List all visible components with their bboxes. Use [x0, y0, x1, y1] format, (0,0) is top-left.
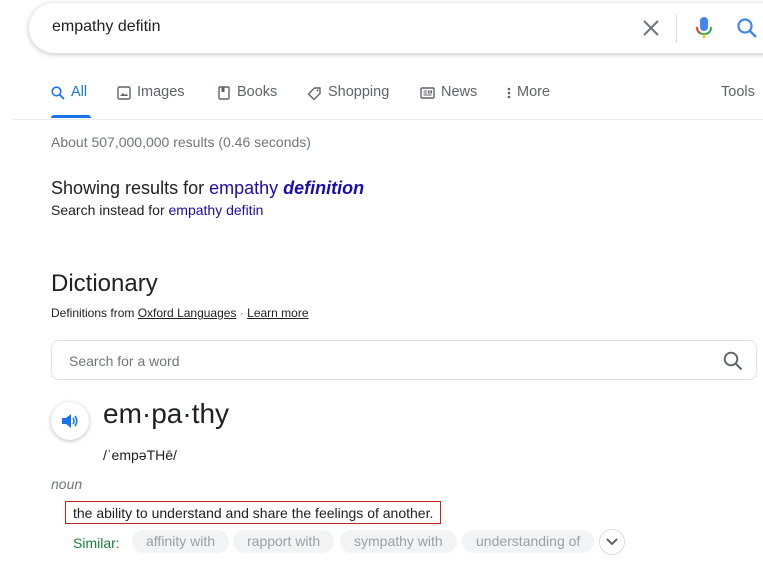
dictionary-source: Definitions from Oxford Languages · Lear… — [51, 306, 309, 320]
image-icon — [117, 86, 131, 100]
search-box-divider — [676, 15, 677, 43]
search-results-page: empathy defitin All Images Books Shoppin… — [0, 0, 763, 576]
spelling-correction: Showing results for empathy definition — [51, 178, 364, 199]
definition-text: the ability to understand and share the … — [65, 501, 442, 524]
part-of-speech: noun — [51, 476, 83, 492]
corrected-query-word: empathy — [209, 178, 279, 198]
tools-label: Tools — [721, 84, 755, 100]
pronunciation-button[interactable] — [51, 402, 89, 440]
similar-chip[interactable]: rapport with — [233, 530, 335, 553]
tab-label: All — [71, 84, 88, 100]
corrected-query-link[interactable]: empathy definition — [209, 178, 364, 198]
search-box[interactable]: empathy defitin — [29, 3, 763, 53]
tab-books[interactable]: Books — [217, 84, 277, 118]
similar-label: Similar: — [73, 535, 120, 551]
headword: em·pa·thy — [103, 398, 230, 429]
similar-chip[interactable]: sympathy with — [340, 530, 457, 553]
tab-label: More — [517, 84, 551, 100]
tab-all[interactable]: All — [51, 84, 87, 118]
source-separator: · — [239, 306, 244, 320]
expand-similar-button[interactable] — [599, 529, 625, 555]
phonetic-spelling: /ˈempəTHē/ — [103, 447, 177, 463]
close-icon[interactable] — [641, 18, 661, 38]
tools-button[interactable]: Tools — [721, 84, 755, 118]
original-query-link[interactable]: empathy defitin — [169, 202, 264, 218]
search-tabs: All Images Books Shopping News More Tool… — [0, 84, 763, 120]
tab-more[interactable]: More — [505, 84, 550, 118]
tab-label: Shopping — [328, 84, 390, 100]
search-instead: Search instead for empathy defitin — [51, 202, 263, 218]
tab-shopping[interactable]: Shopping — [307, 84, 389, 118]
result-stats: About 507,000,000 results (0.46 seconds) — [51, 134, 311, 150]
dictionary-title: Dictionary — [51, 270, 158, 297]
tab-label: Images — [137, 84, 185, 100]
microphone-icon[interactable] — [694, 16, 714, 40]
tab-news[interactable]: News — [420, 84, 477, 118]
search-icon — [51, 86, 65, 100]
similar-chip[interactable]: affinity with — [132, 530, 229, 553]
tab-label: News — [441, 84, 478, 100]
word-search-box[interactable] — [51, 340, 757, 380]
search-input[interactable]: empathy defitin — [52, 18, 161, 36]
tag-icon — [307, 87, 321, 101]
instead-prefix: Search instead for — [51, 202, 165, 218]
corrected-query-term: definition — [283, 178, 365, 198]
showing-prefix: Showing results for — [51, 178, 205, 198]
speaker-icon — [62, 414, 78, 428]
similar-chip[interactable]: understanding of — [462, 530, 595, 553]
active-tab-indicator — [51, 115, 91, 118]
newspaper-icon — [420, 87, 435, 99]
tab-images[interactable]: Images — [117, 84, 185, 118]
word-search-input[interactable] — [67, 350, 711, 372]
tab-label: Books — [237, 84, 278, 100]
source-prefix: Definitions from — [51, 306, 135, 320]
chevron-down-icon — [606, 538, 618, 546]
oxford-languages-link[interactable]: Oxford Languages — [138, 306, 237, 320]
learn-more-link[interactable]: Learn more — [247, 306, 308, 320]
search-icon[interactable] — [722, 350, 744, 372]
search-icon[interactable] — [736, 17, 758, 39]
tabs-divider — [12, 119, 763, 120]
more-vertical-icon — [507, 87, 511, 99]
book-icon — [218, 86, 230, 100]
